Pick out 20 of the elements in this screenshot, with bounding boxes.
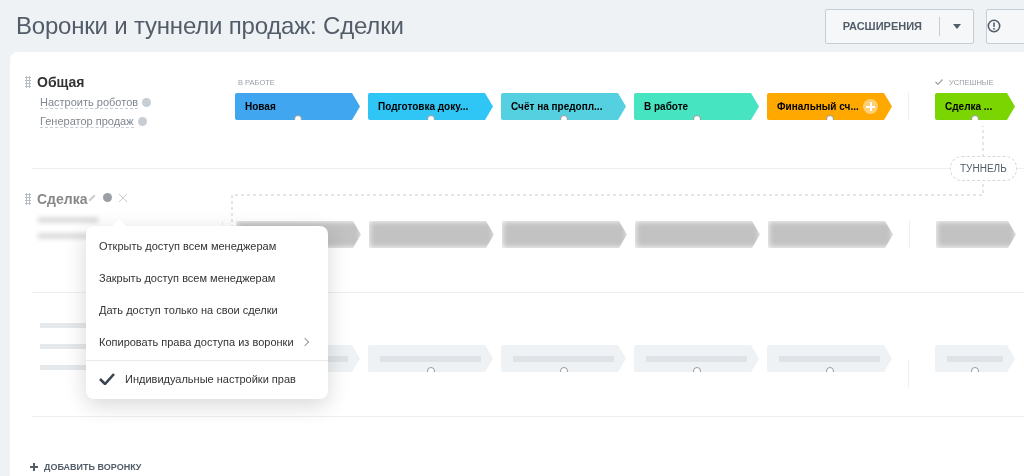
settings-link[interactable]: Генератор продаж: [40, 115, 134, 128]
info-button[interactable]: [986, 8, 1024, 44]
edit-icon[interactable]: [88, 193, 96, 202]
menu-item[interactable]: Дать доступ только на свои сделки: [86, 294, 328, 326]
menu-item[interactable]: Копировать права доступа из воронки: [86, 326, 328, 358]
gear-icon[interactable]: [103, 193, 112, 202]
menu-item[interactable]: Открыть доступ всем менеджерам: [86, 230, 328, 262]
funnel-name: Сделка: [37, 191, 88, 207]
funnel-name: Общая: [37, 74, 85, 90]
tunnel-badge[interactable]: ТУННЕЛЬ: [950, 156, 1017, 181]
menu-item[interactable]: Индивидуальные настройки прав: [86, 363, 328, 395]
close-icon[interactable]: [119, 193, 127, 202]
menu-item[interactable]: Закрыть доступ всем менеджерам: [86, 262, 328, 294]
settings-link[interactable]: Настроить роботов: [40, 96, 139, 109]
add-stage-icon[interactable]: [863, 99, 878, 114]
info-icon: [987, 18, 1001, 34]
checkmark-icon: [935, 79, 943, 85]
add-funnel-link[interactable]: ДОБАВИТЬ ВОРОНКУ: [30, 462, 142, 472]
page-title: Воронки и туннели продаж: Сделки: [16, 12, 404, 40]
drag-handle-icon[interactable]: [25, 76, 31, 88]
